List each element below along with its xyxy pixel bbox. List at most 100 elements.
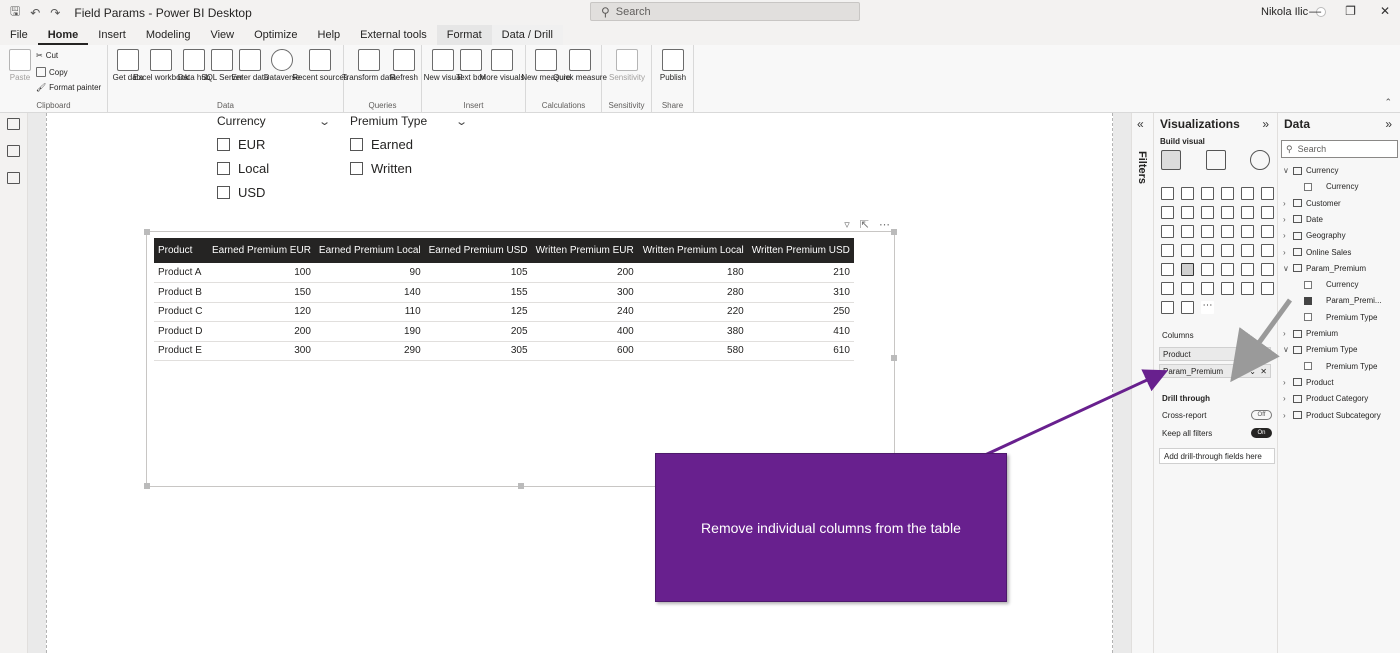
field-checkbox[interactable] (1304, 280, 1312, 289)
multi-row-card-icon[interactable] (1241, 244, 1254, 257)
chevron-right-icon[interactable]: › (1283, 394, 1289, 403)
build-visual-icon[interactable] (1161, 150, 1181, 170)
resize-handle[interactable] (891, 355, 897, 361)
resize-handle[interactable] (891, 229, 897, 235)
slicer-icon[interactable] (1161, 263, 1174, 276)
donut-chart-icon[interactable] (1241, 225, 1254, 238)
matrix-icon[interactable] (1201, 263, 1214, 276)
search-box[interactable]: ⚲ Search (590, 2, 860, 21)
tree-table-item[interactable]: › Product Subcategory (1283, 411, 1381, 420)
stacked-bar-icon[interactable] (1161, 187, 1174, 200)
collapse-chevron-icon[interactable]: » (1262, 117, 1269, 131)
filters-pane-collapsed[interactable]: « Filters (1131, 113, 1153, 653)
chevron-down-icon[interactable]: ∨ (1283, 345, 1289, 354)
kpi-icon[interactable] (1261, 244, 1274, 257)
checkbox[interactable] (350, 137, 363, 151)
resize-handle[interactable] (144, 229, 150, 235)
funnel-icon[interactable] (1181, 225, 1194, 238)
tab-insert[interactable]: Insert (88, 25, 136, 45)
chevron-right-icon[interactable]: › (1283, 411, 1289, 420)
maximize-icon[interactable]: ❐ (1345, 4, 1356, 18)
smart-narrative-icon[interactable] (1201, 282, 1214, 295)
arcgis-icon[interactable] (1181, 301, 1194, 314)
tab-file[interactable]: File (0, 25, 38, 45)
recent-sources-button[interactable]: Recent sources (292, 49, 348, 83)
tab-external-tools[interactable]: External tools (350, 25, 437, 45)
field-well-param-premium[interactable]: Param_Premium ⌄ ✕ (1159, 364, 1271, 378)
tree-field-item[interactable]: Currency (1304, 280, 1358, 289)
tree-table-item[interactable]: › Online Sales (1283, 248, 1351, 257)
report-view-icon[interactable] (7, 118, 20, 130)
gauge-icon[interactable] (1201, 244, 1214, 257)
checkbox[interactable] (350, 161, 363, 175)
column-header[interactable]: Earned Premium USD (424, 238, 532, 263)
stacked-area-icon[interactable] (1201, 206, 1214, 219)
sensitivity-button[interactable]: Sensitivity (609, 49, 645, 83)
line-column-icon[interactable] (1221, 206, 1234, 219)
column-header[interactable]: Written Premium EUR (531, 238, 638, 263)
line-chart-icon[interactable] (1161, 206, 1174, 219)
excel-workbook-button[interactable]: Excel workbook (133, 49, 189, 83)
drill-through-drop-zone[interactable]: Add drill-through fields here (1159, 448, 1275, 464)
chevron-right-icon[interactable]: › (1283, 199, 1289, 208)
slicer-item-earned[interactable]: Earned (350, 132, 466, 156)
focus-mode-icon[interactable]: ⇱ (860, 218, 869, 231)
filled-map-icon[interactable] (1181, 244, 1194, 257)
tree-table-item[interactable]: ∨ Currency (1283, 166, 1338, 175)
table-view-icon[interactable] (7, 145, 20, 157)
data-search-input[interactable]: ⚲ Search (1281, 140, 1398, 158)
enter-data-button[interactable]: Enter data (232, 49, 268, 83)
tab-format[interactable]: Format (436, 25, 492, 45)
more-visuals-button[interactable]: More visuals (480, 49, 524, 83)
undo-icon[interactable]: ↶ (30, 6, 40, 20)
chevron-down-icon[interactable]: ⌄ (1249, 367, 1256, 376)
tab-help[interactable]: Help (308, 25, 351, 45)
refresh-button[interactable]: Refresh (386, 49, 422, 83)
cross-report-toggle[interactable]: Off (1251, 410, 1272, 420)
chevron-down-icon[interactable]: ⌄ (455, 115, 468, 128)
100-bar-icon[interactable] (1241, 187, 1254, 200)
waterfall-icon[interactable] (1161, 225, 1174, 238)
redo-icon[interactable]: ↷ (50, 6, 60, 20)
field-checkbox[interactable] (1304, 182, 1312, 191)
column-header[interactable]: Written Premium Local (637, 238, 748, 263)
expand-chevron-icon[interactable]: « (1137, 117, 1144, 131)
field-checkbox[interactable] (1304, 313, 1312, 322)
quick-measure-button[interactable]: Quick measure (553, 49, 607, 83)
remove-field-icon[interactable]: ✕ (1260, 367, 1267, 376)
chevron-down-icon[interactable]: ∨ (1283, 166, 1289, 175)
chevron-right-icon[interactable]: › (1283, 329, 1289, 338)
100-column-icon[interactable] (1261, 187, 1274, 200)
field-well-product[interactable]: Product ⌄ ✕ (1159, 347, 1271, 361)
tree-field-item[interactable]: Premium Type (1304, 362, 1377, 371)
tree-table-item[interactable]: › Premium (1283, 329, 1338, 338)
tab-modeling[interactable]: Modeling (136, 25, 201, 45)
slicer-item-written[interactable]: Written (350, 156, 466, 180)
tab-home[interactable]: Home (37, 25, 89, 45)
power-automate-icon[interactable] (1161, 301, 1174, 314)
field-checkbox[interactable] (1304, 362, 1312, 371)
remove-field-icon[interactable]: ✕ (1260, 350, 1267, 359)
line-clustered-icon[interactable] (1241, 206, 1254, 219)
filter-icon[interactable]: ▿ (844, 218, 850, 231)
checkbox[interactable] (217, 185, 230, 199)
slicer-item-eur[interactable]: EUR (217, 132, 329, 156)
slicer-item-usd[interactable]: USD (217, 180, 329, 204)
map-icon[interactable] (1161, 244, 1174, 257)
collapse-ribbon-icon[interactable]: ⌃ (1384, 97, 1392, 108)
tab-view[interactable]: View (200, 25, 244, 45)
field-checkbox[interactable] (1304, 296, 1312, 305)
format-visual-icon[interactable] (1206, 150, 1226, 170)
tree-table-item[interactable]: › Product (1283, 378, 1334, 387)
tree-field-item[interactable]: Param_Premi... (1304, 296, 1382, 305)
column-header[interactable]: Product (154, 238, 208, 263)
python-visual-icon[interactable] (1241, 263, 1254, 276)
minimize-icon[interactable]: — (1309, 4, 1321, 18)
card-icon[interactable] (1221, 244, 1234, 257)
column-header[interactable]: Earned Premium Local (314, 238, 425, 263)
paginated-report-icon[interactable] (1241, 282, 1254, 295)
table-icon[interactable] (1181, 263, 1194, 276)
transform-data-button[interactable]: Transform data (342, 49, 396, 83)
tree-field-item[interactable]: Currency (1304, 182, 1358, 191)
table-visual[interactable]: ▿ ⇱ ⋯ Product Earned Premium EUR Earned … (144, 219, 897, 489)
